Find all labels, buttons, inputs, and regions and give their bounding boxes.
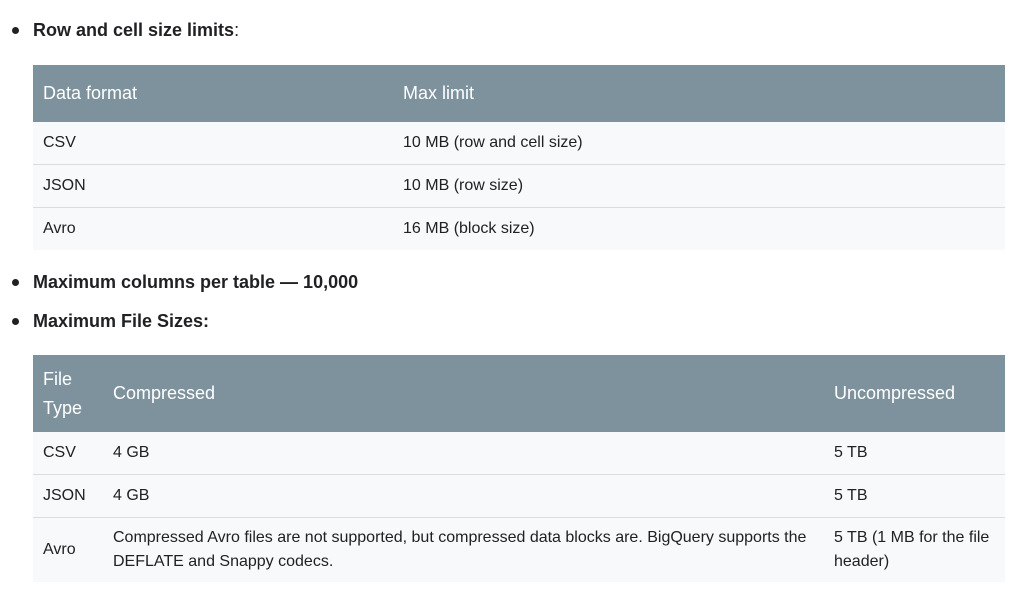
cell-uncompressed: 5 TB — [824, 474, 1005, 518]
bullet-heading: Row and cell size limits — [33, 20, 235, 40]
cell-format: Avro — [33, 207, 393, 250]
table-row: Avro 16 MB (block size) — [33, 207, 1005, 250]
cell-file-type: CSV — [33, 432, 103, 475]
cell-limit: 16 MB (block size) — [393, 207, 1005, 250]
bullet-heading: Maximum columns per table — 10,000 — [33, 272, 359, 292]
cell-compressed: 4 GB — [103, 474, 824, 518]
header-file-type: File Type — [33, 355, 103, 432]
bullet-suffix: : — [234, 20, 240, 40]
file-sizes-table: File Type Compressed Uncompressed CSV 4 … — [33, 355, 1005, 582]
bullet-dot — [12, 278, 19, 286]
bullet-heading: Maximum File Sizes: — [33, 311, 210, 331]
bullet-dot — [12, 26, 19, 34]
table-header-row: Data format Max limit — [33, 65, 1005, 122]
header-compressed: Compressed — [103, 355, 824, 432]
header-uncompressed: Uncompressed — [824, 355, 1005, 432]
table-row: CSV 10 MB (row and cell size) — [33, 122, 1005, 165]
cell-file-type: Avro — [33, 517, 103, 582]
table-header-row: File Type Compressed Uncompressed — [33, 355, 1005, 432]
cell-format: CSV — [33, 122, 393, 165]
header-max-limit: Max limit — [393, 65, 1005, 122]
table-row: CSV 4 GB 5 TB — [33, 432, 1005, 475]
bullet-dot — [12, 317, 19, 325]
table-row: JSON 10 MB (row size) — [33, 164, 1005, 208]
table-row: Avro Compressed Avro files are not suppo… — [33, 517, 1005, 582]
cell-limit: 10 MB (row and cell size) — [393, 122, 1005, 165]
cell-compressed: 4 GB — [103, 432, 824, 475]
cell-file-type: JSON — [33, 474, 103, 518]
table-row: JSON 4 GB 5 TB — [33, 474, 1005, 518]
bullet-max-file-sizes: Maximum File Sizes: — [0, 310, 209, 332]
cell-uncompressed: 5 TB (1 MB for the file header) — [824, 517, 1005, 582]
bullet-max-columns: Maximum columns per table — 10,000 — [0, 271, 358, 293]
header-data-format: Data format — [33, 65, 393, 122]
cell-uncompressed: 5 TB — [824, 432, 1005, 475]
cell-limit: 10 MB (row size) — [393, 164, 1005, 208]
row-cell-limits-table: Data format Max limit CSV 10 MB (row and… — [33, 65, 1005, 250]
bullet-row-cell-limits: Row and cell size limits: — [0, 19, 239, 41]
cell-compressed: Compressed Avro files are not supported,… — [103, 517, 824, 582]
cell-format: JSON — [33, 164, 393, 208]
